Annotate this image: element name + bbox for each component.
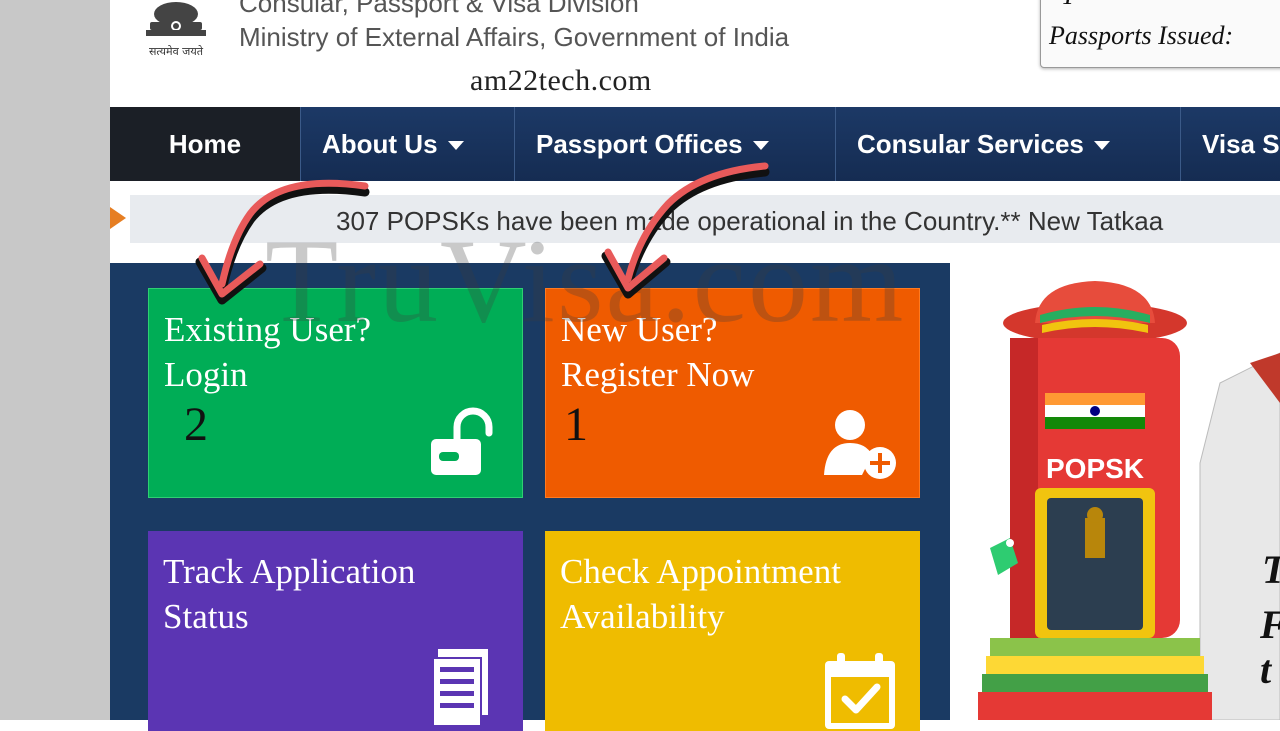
play-icon[interactable]	[110, 207, 126, 229]
nav-about-us-label: About Us	[322, 128, 438, 159]
popsk-postbox-illustration: T F t POPSK	[978, 281, 1280, 720]
emblem-caption: सत्यमेव जयते	[149, 45, 204, 58]
site-watermark: am22tech.com	[470, 64, 652, 97]
add-user-icon	[824, 410, 896, 479]
nav-visa-services-label: Visa S	[1202, 128, 1280, 159]
main-nav: Home About Us Passport Offices Consular …	[110, 107, 1280, 181]
tile-title: Check Appointment Availability	[560, 549, 841, 639]
tile-title-line1: New User?	[561, 310, 718, 349]
left-gutter	[0, 0, 110, 720]
nav-home[interactable]: Home	[110, 107, 301, 181]
tile-title-line2: Register Now	[561, 355, 755, 394]
chevron-down-icon	[1093, 141, 1110, 150]
document-icon	[432, 649, 488, 727]
nav-passport-offices-label: Passport Offices	[536, 128, 743, 159]
chevron-down-icon	[752, 141, 769, 150]
track-application-tile[interactable]: Track Application Status	[148, 531, 523, 731]
org-line-1: Consular, Passport & Visa Division	[239, 0, 639, 18]
tile-title-line1: Track Application	[163, 552, 416, 591]
tile-title-line1: Check Appointment	[560, 552, 841, 591]
popsk-label: POPSK	[1046, 453, 1144, 484]
org-line-2: Ministry of External Affairs, Government…	[239, 22, 790, 52]
nav-home-label: Home	[168, 128, 242, 159]
tile-title-line1: Existing User?	[164, 310, 372, 349]
counter-partial-glyph: T	[1061, 0, 1075, 11]
step-number: 1	[564, 398, 588, 451]
tile-title-line2: Availability	[560, 597, 725, 636]
promo-side-text-2: F	[1259, 602, 1280, 647]
passports-issued-label: Passports Issued:	[1049, 21, 1234, 50]
existing-user-login-tile[interactable]: Existing User? Login 2	[148, 288, 523, 498]
tile-title: New User? Register Now	[561, 307, 754, 397]
nav-passport-offices[interactable]: Passport Offices	[515, 107, 836, 181]
nav-consular-services-label: Consular Services	[857, 128, 1084, 159]
ticker-text[interactable]: 307 POPSKs have been made operational in…	[336, 206, 1163, 237]
popsk-promo[interactable]: T F t POPSK	[950, 263, 1280, 720]
national-emblem-icon: सत्यमेव जयते	[132, 0, 220, 68]
unlock-icon	[431, 407, 493, 475]
calendar-check-icon	[825, 653, 895, 729]
nav-consular-services[interactable]: Consular Services	[836, 107, 1181, 181]
nav-visa-services[interactable]: Visa S	[1181, 107, 1280, 181]
nav-about-us[interactable]: About Us	[301, 107, 515, 181]
step-number: 2	[184, 398, 208, 451]
tile-title-line2: Login	[164, 355, 248, 394]
promo-side-text-3: t	[1260, 647, 1273, 692]
tile-title-line2: Status	[163, 597, 249, 636]
tile-title: Existing User? Login	[164, 307, 371, 397]
new-user-register-tile[interactable]: New User? Register Now 1	[545, 288, 920, 498]
promo-side-text-1: T	[1262, 547, 1280, 592]
chevron-down-icon	[447, 141, 464, 150]
check-appointment-tile[interactable]: Check Appointment Availability	[545, 531, 920, 731]
tile-title: Track Application Status	[163, 549, 415, 639]
passports-issued-counter: T Passports Issued:	[1040, 0, 1280, 68]
